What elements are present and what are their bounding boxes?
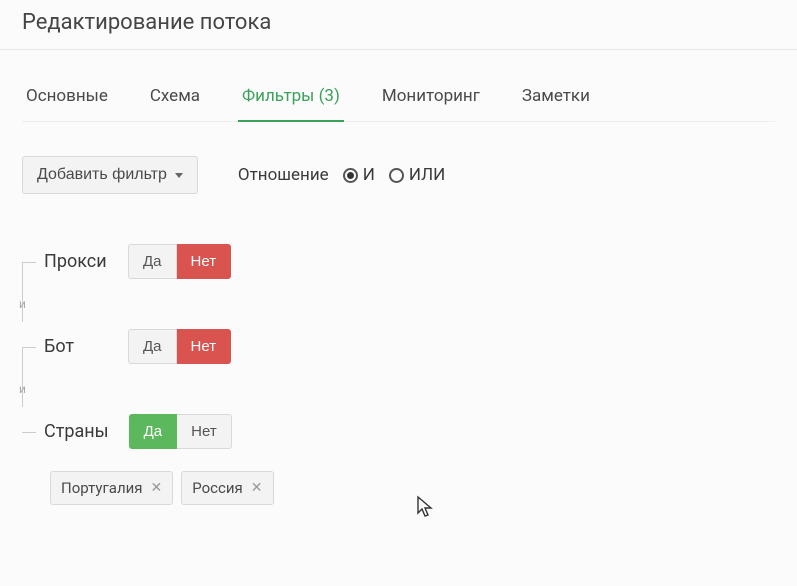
remove-tag-icon[interactable]: ✕ bbox=[151, 480, 163, 496]
tab-main[interactable]: Основные bbox=[22, 76, 112, 122]
relation-radio-and[interactable]: И bbox=[343, 165, 375, 185]
filter-bot: Бот Да Нет bbox=[44, 329, 775, 364]
tab-notes[interactable]: Заметки bbox=[518, 76, 594, 122]
radio-icon bbox=[389, 168, 404, 183]
relation-label: Отношение bbox=[238, 165, 329, 185]
relation-radio-or[interactable]: ИЛИ bbox=[389, 165, 445, 185]
remove-tag-icon[interactable]: ✕ bbox=[251, 480, 263, 496]
country-tag-label: Россия bbox=[192, 479, 243, 497]
country-tag: Португалия ✕ bbox=[50, 471, 173, 505]
caret-down-icon bbox=[175, 173, 183, 178]
relation-or-label: ИЛИ bbox=[409, 165, 445, 185]
connector-and: и bbox=[19, 382, 775, 396]
filter-countries: Страны Да Нет bbox=[44, 414, 775, 449]
tab-monitoring[interactable]: Мониторинг bbox=[378, 76, 484, 122]
filter-bot-toggle: Да Нет bbox=[128, 329, 231, 364]
filter-proxy-label: Прокси bbox=[44, 251, 108, 272]
filter-countries-label: Страны bbox=[44, 421, 109, 442]
filter-toolbar: Добавить фильтр Отношение И ИЛИ bbox=[22, 156, 775, 194]
page-header: Редактирование потока bbox=[0, 0, 797, 50]
relation-and-label: И bbox=[363, 165, 375, 185]
connector-and: и bbox=[19, 297, 775, 311]
proxy-yes-button[interactable]: Да bbox=[128, 244, 177, 279]
filter-proxy: Прокси Да Нет bbox=[44, 244, 775, 279]
radio-icon-checked bbox=[343, 168, 358, 183]
country-tags: Португалия ✕ Россия ✕ bbox=[50, 471, 775, 505]
filter-countries-toggle: Да Нет bbox=[129, 414, 232, 449]
add-filter-label: Добавить фильтр bbox=[37, 166, 167, 184]
bot-no-button[interactable]: Нет bbox=[177, 329, 232, 364]
bot-yes-button[interactable]: Да bbox=[128, 329, 177, 364]
filter-bot-label: Бот bbox=[44, 336, 108, 357]
content-area: Основные Схема Фильтры (3) Мониторинг За… bbox=[0, 50, 797, 535]
add-filter-button[interactable]: Добавить фильтр bbox=[22, 156, 198, 194]
countries-no-button[interactable]: Нет bbox=[177, 414, 232, 449]
filters-list: Прокси Да Нет и Бот Да Нет и Страны Да Н… bbox=[22, 244, 775, 505]
filter-proxy-toggle: Да Нет bbox=[128, 244, 231, 279]
country-tag: Россия ✕ bbox=[181, 471, 273, 505]
country-tag-label: Португалия bbox=[61, 479, 143, 497]
relation-group: Отношение И ИЛИ bbox=[238, 165, 445, 185]
tab-bar: Основные Схема Фильтры (3) Мониторинг За… bbox=[22, 76, 775, 122]
proxy-no-button[interactable]: Нет bbox=[177, 244, 232, 279]
tab-schema[interactable]: Схема bbox=[146, 76, 204, 122]
tab-filters[interactable]: Фильтры (3) bbox=[238, 76, 344, 122]
page-title: Редактирование потока bbox=[22, 10, 775, 35]
countries-yes-button[interactable]: Да bbox=[129, 414, 178, 449]
